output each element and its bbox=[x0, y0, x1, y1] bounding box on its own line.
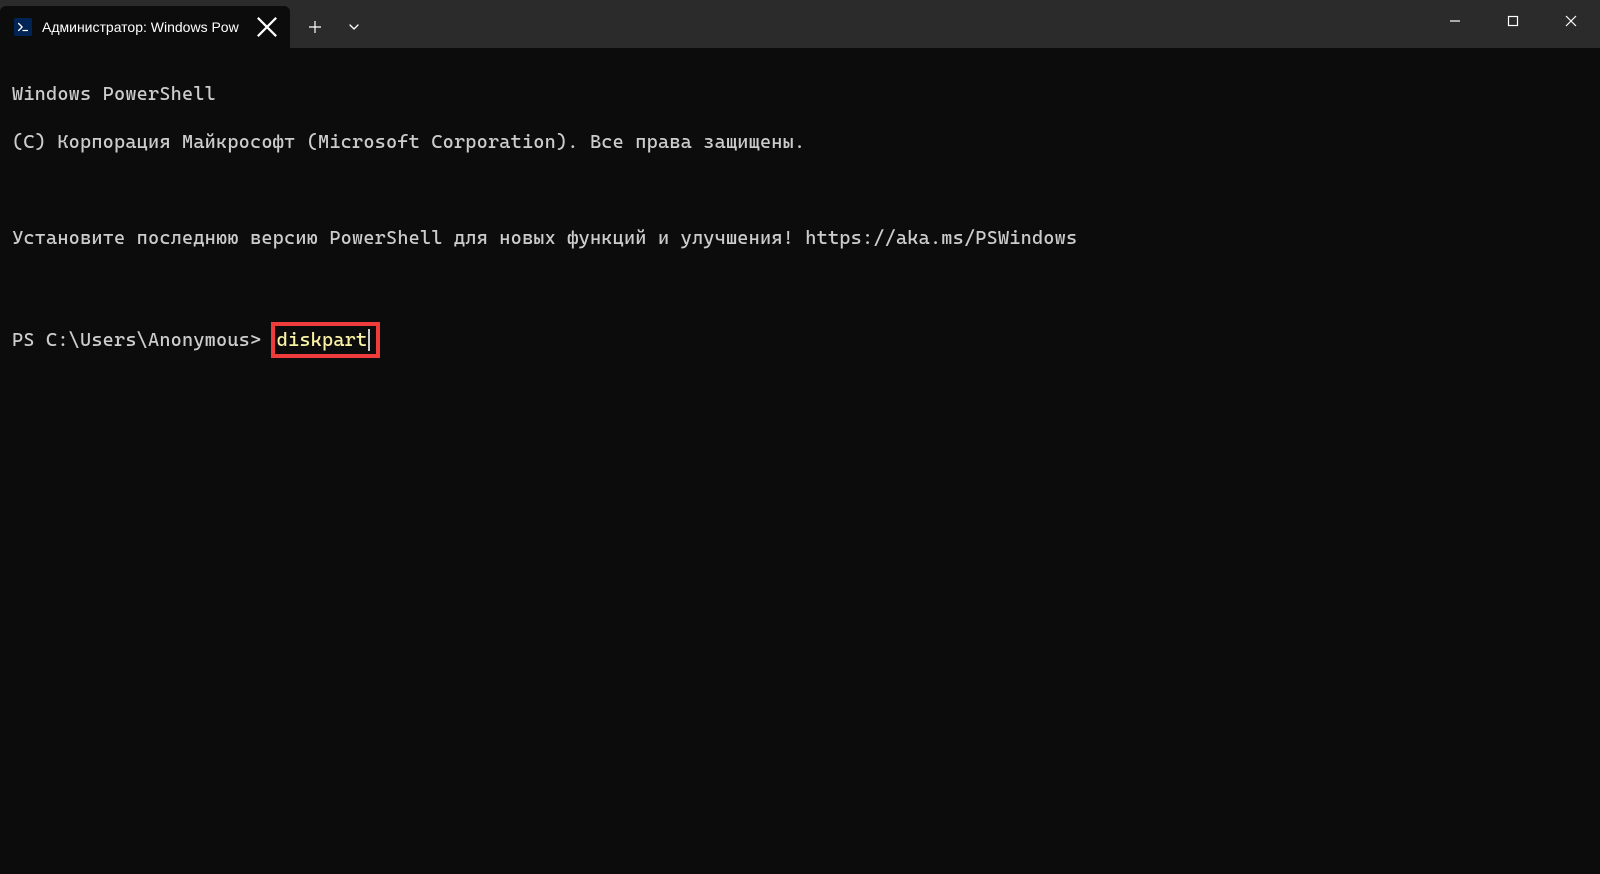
terminal-line: Установите последнюю версию PowerShell д… bbox=[12, 226, 1588, 250]
tab-dropdown-button[interactable] bbox=[336, 6, 372, 48]
close-icon bbox=[1565, 15, 1577, 27]
close-icon bbox=[256, 16, 278, 38]
chevron-down-icon bbox=[347, 20, 361, 34]
plus-icon bbox=[307, 19, 323, 35]
command-highlight: diskpart bbox=[271, 322, 381, 358]
maximize-button[interactable] bbox=[1484, 0, 1542, 42]
terminal-content[interactable]: Windows PowerShell (C) Корпорация Майкро… bbox=[0, 48, 1600, 392]
window-controls bbox=[1426, 0, 1600, 48]
titlebar: Администратор: Windows Pow bbox=[0, 0, 1600, 48]
minimize-icon bbox=[1449, 15, 1461, 27]
powershell-icon bbox=[14, 18, 32, 36]
minimize-button[interactable] bbox=[1426, 0, 1484, 42]
close-window-button[interactable] bbox=[1542, 0, 1600, 42]
titlebar-left: Администратор: Windows Pow bbox=[0, 0, 372, 48]
tab-close-button[interactable] bbox=[256, 16, 278, 38]
new-tab-button[interactable] bbox=[294, 6, 336, 48]
blank-line bbox=[12, 274, 1588, 298]
prompt: PS C:\Users\Anonymous> bbox=[12, 329, 273, 351]
cursor bbox=[368, 329, 370, 351]
command-text: diskpart bbox=[277, 329, 368, 351]
blank-line bbox=[12, 178, 1588, 202]
terminal-line: (C) Корпорация Майкрософт (Microsoft Cor… bbox=[12, 130, 1588, 154]
prompt-line: PS C:\Users\Anonymous> diskpart bbox=[12, 322, 1588, 358]
terminal-line: Windows PowerShell bbox=[12, 82, 1588, 106]
tab-title: Администратор: Windows Pow bbox=[42, 19, 246, 35]
maximize-icon bbox=[1507, 15, 1519, 27]
terminal-tab[interactable]: Администратор: Windows Pow bbox=[0, 6, 290, 48]
